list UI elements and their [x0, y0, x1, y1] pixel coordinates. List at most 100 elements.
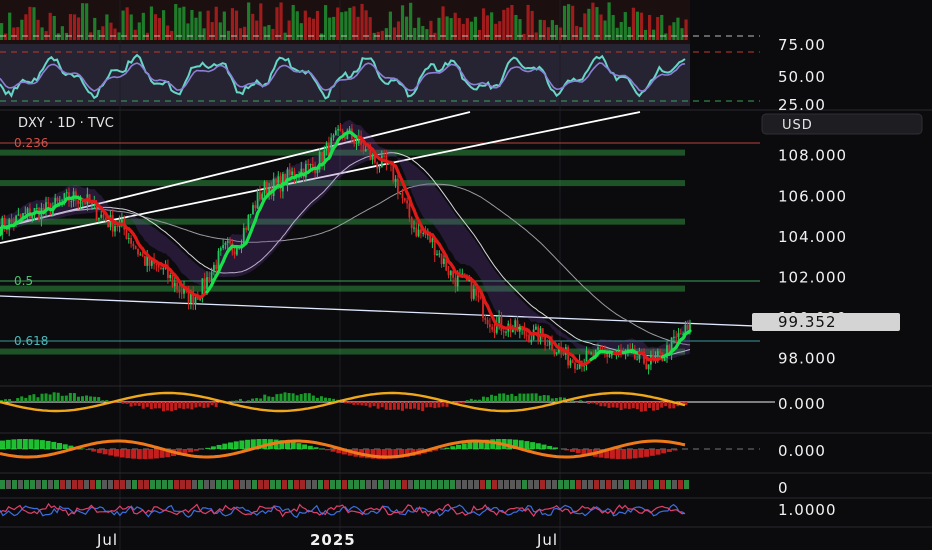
- osc-spike: [162, 10, 166, 40]
- osc-spike: [226, 30, 230, 40]
- macd-bar: [457, 402, 461, 403]
- volume-bar: [198, 480, 203, 489]
- candle-body: [686, 324, 689, 330]
- candle-body: [288, 169, 291, 176]
- candle-body: [587, 350, 590, 353]
- volume-bar: [618, 480, 623, 489]
- candle-body: [673, 336, 675, 338]
- candle-body: [571, 360, 574, 363]
- osc-spike: [477, 29, 482, 40]
- volume-bar: [558, 480, 563, 489]
- osc-spike: [437, 17, 441, 40]
- volume-bar: [336, 480, 341, 489]
- volume-bar: [390, 480, 395, 489]
- volume-bar: [606, 480, 611, 489]
- wave-bar: [119, 449, 125, 458]
- macd-bar: [441, 402, 445, 407]
- candle-body: [114, 226, 116, 232]
- candle-body: [121, 219, 123, 223]
- candle-body: [663, 358, 666, 362]
- candle-body: [608, 355, 611, 357]
- macd-bar: [344, 402, 348, 404]
- fib-label-05: 0.5: [14, 274, 33, 288]
- macd-bar: [311, 395, 315, 402]
- macd-bar: [93, 396, 97, 402]
- wave-bar: [136, 449, 142, 459]
- osc-spike: [652, 29, 656, 40]
- macd-bar: [40, 393, 44, 402]
- osc-spike: [328, 17, 332, 40]
- osc-spike: [603, 20, 607, 40]
- candle-body: [401, 193, 404, 199]
- candle-body: [420, 229, 422, 234]
- volume-bar: [330, 480, 335, 489]
- macd-bar: [372, 402, 376, 407]
- wave-bar: [627, 449, 632, 459]
- osc-spike: [587, 8, 591, 40]
- osc-spike: [441, 6, 445, 40]
- fib-label-0236: 0.236: [14, 136, 48, 150]
- macd-bar: [388, 402, 392, 410]
- candle-body: [654, 356, 657, 358]
- volume-bar: [396, 480, 401, 489]
- candle-body: [656, 351, 659, 357]
- candle-body: [599, 347, 602, 350]
- wave-bar: [114, 449, 119, 457]
- volume-bar: [120, 480, 125, 489]
- candle-body: [116, 226, 119, 228]
- volume-bar: [624, 480, 629, 489]
- candle-body: [173, 282, 176, 287]
- fib-label-0618: 0.618: [14, 334, 48, 348]
- osc-spike: [105, 14, 109, 41]
- candle-body: [383, 155, 385, 157]
- candle-body: [26, 208, 29, 213]
- wave-bar: [666, 449, 672, 452]
- macd-bar: [550, 398, 554, 402]
- macd-bar: [8, 399, 12, 402]
- volume-bar: [678, 480, 683, 489]
- macd-bar: [437, 402, 441, 408]
- osc-spike: [259, 3, 263, 41]
- rsi-panel: [0, 44, 690, 106]
- candle-body: [10, 219, 13, 223]
- macd-bar: [465, 400, 469, 402]
- macd-bar: [595, 402, 599, 405]
- wave-bar: [205, 447, 211, 449]
- osc-spike: [490, 12, 494, 40]
- candle-body: [576, 368, 579, 370]
- osc-spike: [324, 5, 328, 40]
- volume-bar: [138, 480, 143, 489]
- candle-body: [206, 277, 208, 289]
- osc-spike: [178, 7, 182, 41]
- osc-spike: [4, 33, 8, 40]
- macd-bar: [579, 400, 583, 402]
- candle-body: [132, 243, 135, 247]
- macd-bar: [64, 395, 68, 402]
- candle-body: [355, 142, 358, 144]
- volume-bar: [312, 480, 317, 489]
- osc-spike: [643, 29, 648, 40]
- candle-body: [397, 178, 399, 194]
- candle-body: [265, 181, 268, 195]
- candle-body: [406, 200, 408, 204]
- macd-bar: [157, 402, 161, 409]
- macd-bar: [546, 395, 550, 402]
- level-band: [0, 180, 685, 187]
- osc-spike: [396, 21, 401, 40]
- osc-spike: [255, 20, 259, 40]
- wave-bar: [461, 443, 467, 449]
- macd-bar: [76, 396, 80, 402]
- macd-bar: [145, 402, 149, 407]
- osc-spike: [336, 7, 340, 40]
- osc-spike: [166, 25, 170, 40]
- macd-bar: [194, 402, 198, 408]
- osc-spike: [97, 29, 101, 40]
- wave-bar: [649, 449, 655, 456]
- osc-spike: [413, 27, 417, 40]
- macd-bar: [202, 402, 206, 409]
- candle-body: [178, 289, 181, 293]
- wave-bar: [655, 449, 661, 455]
- macd-bar: [538, 395, 542, 402]
- macd-bar: [170, 402, 174, 412]
- candle-body: [24, 212, 27, 214]
